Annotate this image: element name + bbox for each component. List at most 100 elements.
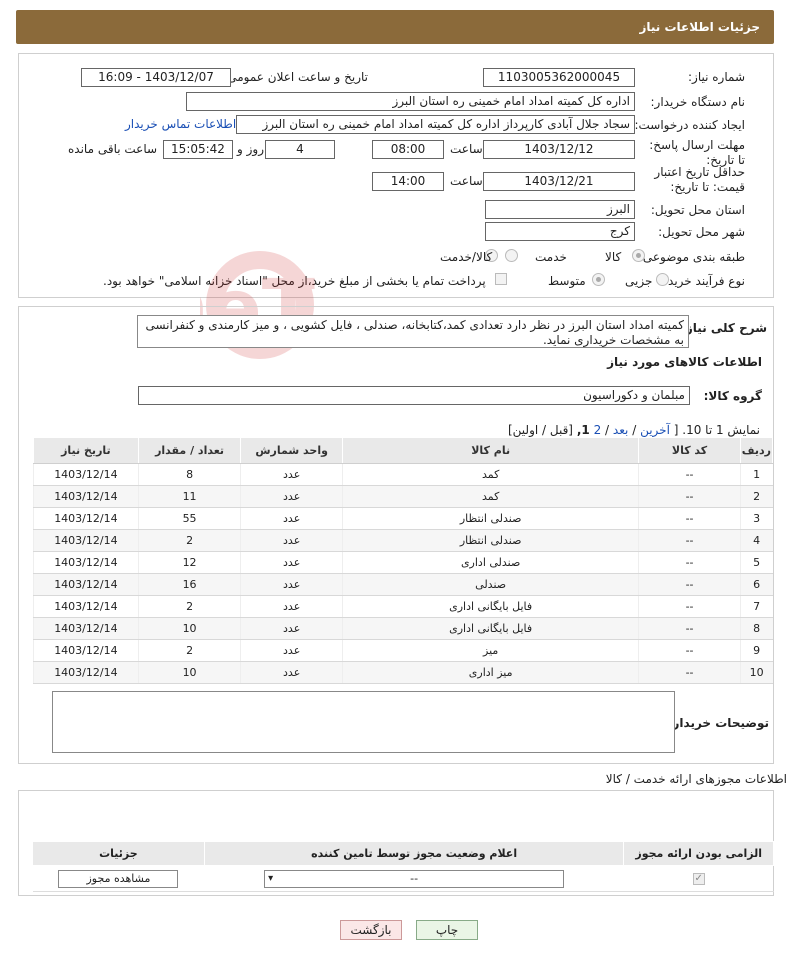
city-field: کرج bbox=[485, 222, 635, 241]
permit-status-value: -- bbox=[410, 871, 419, 885]
price-time-field: 14:00 bbox=[372, 172, 444, 191]
chevron-down-icon: ▾ bbox=[268, 872, 274, 884]
permits-table: الزامی بودن ارائه مجوز اعلام وضعیت مجوز … bbox=[32, 841, 774, 892]
permit-details-cell: مشاهده مجوز bbox=[32, 865, 205, 892]
announce-field: 1403/12/07 - 16:09 bbox=[81, 68, 231, 87]
table-row: 5 -- صندلی اداری عدد 12 1403/12/14 bbox=[33, 551, 773, 574]
item-unit: عدد bbox=[240, 485, 343, 508]
item-qty: 12 bbox=[137, 551, 241, 574]
perm-col-required: الزامی بودن ارائه مجوز bbox=[623, 841, 774, 866]
item-qty: 10 bbox=[137, 617, 241, 640]
item-unit: عدد bbox=[240, 463, 343, 486]
process-option-minor: جزیی bbox=[625, 274, 653, 288]
col-qty: تعداد / مقدار bbox=[137, 437, 242, 464]
item-code: -- bbox=[638, 551, 741, 574]
reply-time-field: 08:00 bbox=[372, 140, 444, 159]
category-radio-service[interactable] bbox=[505, 249, 518, 262]
contact-info-link[interactable]: اطلاعات تماس خریدار bbox=[125, 117, 236, 131]
permit-required-checkbox: ✓ bbox=[692, 873, 705, 885]
table-row: 10 -- میز اداری عدد 10 1403/12/14 bbox=[33, 661, 773, 684]
permit-status-select[interactable]: -- ▾ bbox=[264, 869, 565, 888]
item-name: میز اداری bbox=[341, 661, 639, 684]
col-date: تاریخ نیاز bbox=[33, 437, 139, 464]
item-unit: عدد bbox=[240, 595, 343, 618]
process-label: نوع فرآیند خرید : bbox=[660, 274, 745, 288]
item-code: -- bbox=[638, 573, 741, 596]
city-label: شهر محل تحویل: bbox=[658, 225, 745, 239]
item-date: 1403/12/14 bbox=[33, 661, 139, 684]
reply-time-label: ساعت bbox=[450, 142, 483, 156]
item-date: 1403/12/14 bbox=[33, 463, 139, 486]
row-number: 6 bbox=[739, 573, 773, 596]
row-number: 1 bbox=[739, 463, 773, 486]
view-permit-button[interactable]: مشاهده مجوز bbox=[58, 869, 179, 888]
pager-next-link[interactable]: بعد bbox=[613, 423, 628, 437]
row-number: 4 bbox=[739, 529, 773, 552]
buyer-notes-textarea[interactable] bbox=[52, 691, 675, 753]
pager-page-2-link[interactable]: 2 bbox=[594, 423, 602, 437]
item-name: کمد bbox=[341, 463, 639, 486]
item-qty: 55 bbox=[137, 507, 241, 530]
item-code: -- bbox=[638, 485, 741, 508]
page-title: جزئیات اطلاعات نیاز bbox=[639, 20, 760, 34]
process-radio-medium[interactable] bbox=[592, 273, 605, 286]
reply-deadline-label: مهلت ارسال پاسخ: تا تاریخ: bbox=[649, 138, 745, 167]
item-date: 1403/12/14 bbox=[33, 485, 139, 508]
item-code: -- bbox=[638, 617, 741, 640]
description-textarea[interactable]: کمیته امداد استان البرز در نظر دارد تعدا… bbox=[137, 315, 689, 348]
permits-title: اطلاعات مجوزهای ارائه خدمت / کالا bbox=[605, 772, 787, 786]
item-name: میز bbox=[341, 639, 639, 662]
category-option-goods: کالا bbox=[605, 250, 622, 264]
payment-checkbox[interactable] bbox=[495, 273, 507, 285]
item-name: فایل بایگانی اداری bbox=[341, 595, 639, 618]
item-name: کمد bbox=[341, 485, 639, 508]
row-number: 5 bbox=[739, 551, 773, 574]
item-unit: عدد bbox=[240, 617, 343, 640]
item-date: 1403/12/14 bbox=[33, 595, 139, 618]
buyer-org-label: نام دستگاه خریدار: bbox=[650, 95, 746, 109]
item-date: 1403/12/14 bbox=[33, 529, 139, 552]
remaining-time-field: 15:05:42 bbox=[163, 140, 233, 159]
item-unit: عدد bbox=[240, 661, 343, 684]
item-name: صندلی اداری bbox=[341, 551, 639, 574]
pager-suffix: [قبل / اولین] bbox=[507, 423, 573, 437]
remaining-label: ساعت باقی مانده bbox=[68, 142, 158, 156]
permit-required-cell: ✓ bbox=[623, 865, 774, 892]
province-field: البرز bbox=[485, 200, 635, 219]
pager-sep: / bbox=[632, 423, 637, 437]
table-row: 2 -- کمد عدد 11 1403/12/14 bbox=[33, 485, 773, 508]
item-name: صندلی انتظار bbox=[341, 529, 639, 552]
pager-last-link[interactable]: آخرین bbox=[640, 423, 670, 437]
row-number: 7 bbox=[739, 595, 773, 618]
item-date: 1403/12/14 bbox=[33, 573, 139, 596]
item-code: -- bbox=[638, 463, 741, 486]
col-unit: واحد شمارش bbox=[240, 437, 343, 464]
description-label: شرح کلی نیاز: bbox=[681, 321, 767, 335]
price-validity-label: حداقل تاریخ اعتبار قیمت: تا تاریخ: bbox=[654, 165, 745, 194]
item-qty: 2 bbox=[137, 639, 241, 662]
province-label: استان محل تحویل: bbox=[650, 203, 745, 217]
price-date-field: 1403/12/21 bbox=[483, 172, 635, 191]
back-button[interactable]: بازگشت bbox=[340, 920, 402, 940]
perm-col-status: اعلام وضعیت مجوز توسط تامین کننده bbox=[203, 841, 625, 866]
goods-group-label: گروه کالا: bbox=[703, 389, 762, 403]
item-qty: 2 bbox=[137, 595, 241, 618]
table-row: 1 -- کمد عدد 8 1403/12/14 bbox=[33, 463, 773, 486]
days-label: روز و bbox=[237, 142, 264, 156]
table-row: 8 -- فایل بایگانی اداری عدد 10 1403/12/14 bbox=[33, 617, 773, 640]
item-qty: 2 bbox=[137, 529, 241, 552]
process-radio-minor[interactable] bbox=[656, 273, 669, 286]
item-qty: 11 bbox=[137, 485, 241, 508]
pager: نمایش 1 تا 10. [ آخرین / بعد / 2 1, [قبل… bbox=[508, 423, 760, 437]
table-row: 4 -- صندلی انتظار عدد 2 1403/12/14 bbox=[33, 529, 773, 552]
category-radio-goods[interactable] bbox=[632, 249, 645, 262]
buyer-notes-label: توضیحات خریدار: bbox=[667, 716, 769, 730]
pager-prefix: نمایش 1 تا 10. [ bbox=[673, 423, 760, 437]
need-number-label: شماره نیاز: bbox=[688, 70, 745, 84]
item-name: صندلی bbox=[341, 573, 639, 596]
item-qty: 8 bbox=[137, 463, 241, 486]
item-code: -- bbox=[638, 529, 741, 552]
col-name: نام کالا bbox=[341, 437, 640, 464]
table-row: 6 -- صندلی عدد 16 1403/12/14 bbox=[33, 573, 773, 596]
print-button[interactable]: چاپ bbox=[416, 920, 478, 940]
